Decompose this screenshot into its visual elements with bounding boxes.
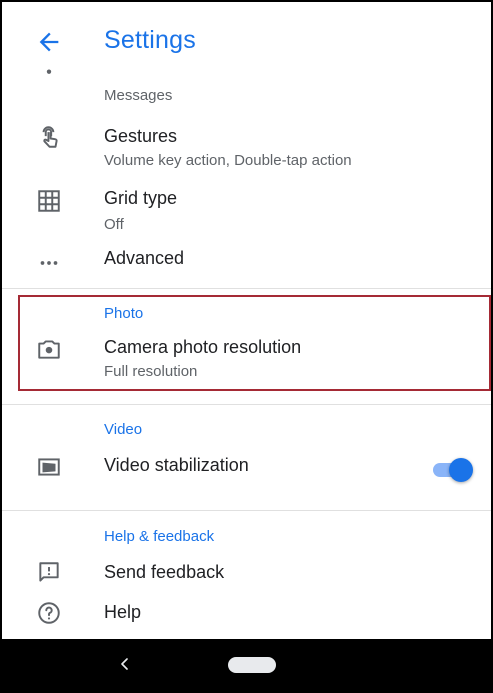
gestures-label: Gestures [104, 126, 178, 146]
help-label: Help [104, 602, 142, 622]
page-title: Settings [104, 26, 196, 54]
send-feedback-label: Send feedback [104, 562, 225, 582]
app-bar: Settings [2, 2, 491, 74]
section-divider [2, 288, 491, 289]
feedback-icon [39, 562, 59, 582]
video-stabilization-icon [38, 458, 60, 476]
gestures-subtitle: Volume key action, Double-tap action [104, 152, 352, 169]
video-stabilization-toggle[interactable] [433, 456, 477, 484]
partial-item-subtitle: Messages [104, 87, 173, 104]
highlight-box [18, 295, 491, 391]
video-section-header: Video [104, 421, 143, 438]
back-arrow-icon[interactable] [35, 28, 63, 56]
section-divider [2, 404, 491, 405]
system-nav-bar [2, 639, 491, 691]
help-item[interactable]: Help [2, 596, 491, 632]
gesture-icon [42, 126, 58, 148]
screen: Settings Messages Gestures Volume key ac… [0, 0, 493, 693]
nav-home-pill[interactable] [228, 657, 276, 673]
help-feedback-section-header: Help & feedback [104, 528, 215, 545]
grid-type-label: Grid type [104, 188, 178, 208]
grid-icon [38, 190, 60, 212]
send-feedback-item[interactable]: Send feedback [2, 556, 491, 592]
grid-type-subtitle: Off [104, 216, 124, 233]
nav-back-icon[interactable] [116, 653, 134, 675]
advanced-item[interactable]: Advanced [2, 244, 491, 282]
partial-item-icon [36, 64, 62, 78]
section-divider [2, 510, 491, 511]
advanced-label: Advanced [104, 248, 185, 268]
more-horizontal-icon [40, 261, 58, 265]
gestures-item[interactable]: Gestures Volume key action, Double-tap a… [2, 114, 491, 174]
grid-type-item[interactable]: Grid type Off [2, 182, 491, 240]
toggle-thumb [449, 458, 473, 482]
help-icon [38, 602, 60, 624]
video-stabilization-item[interactable]: Video stabilization [2, 448, 491, 492]
video-stabilization-label: Video stabilization [104, 455, 249, 475]
